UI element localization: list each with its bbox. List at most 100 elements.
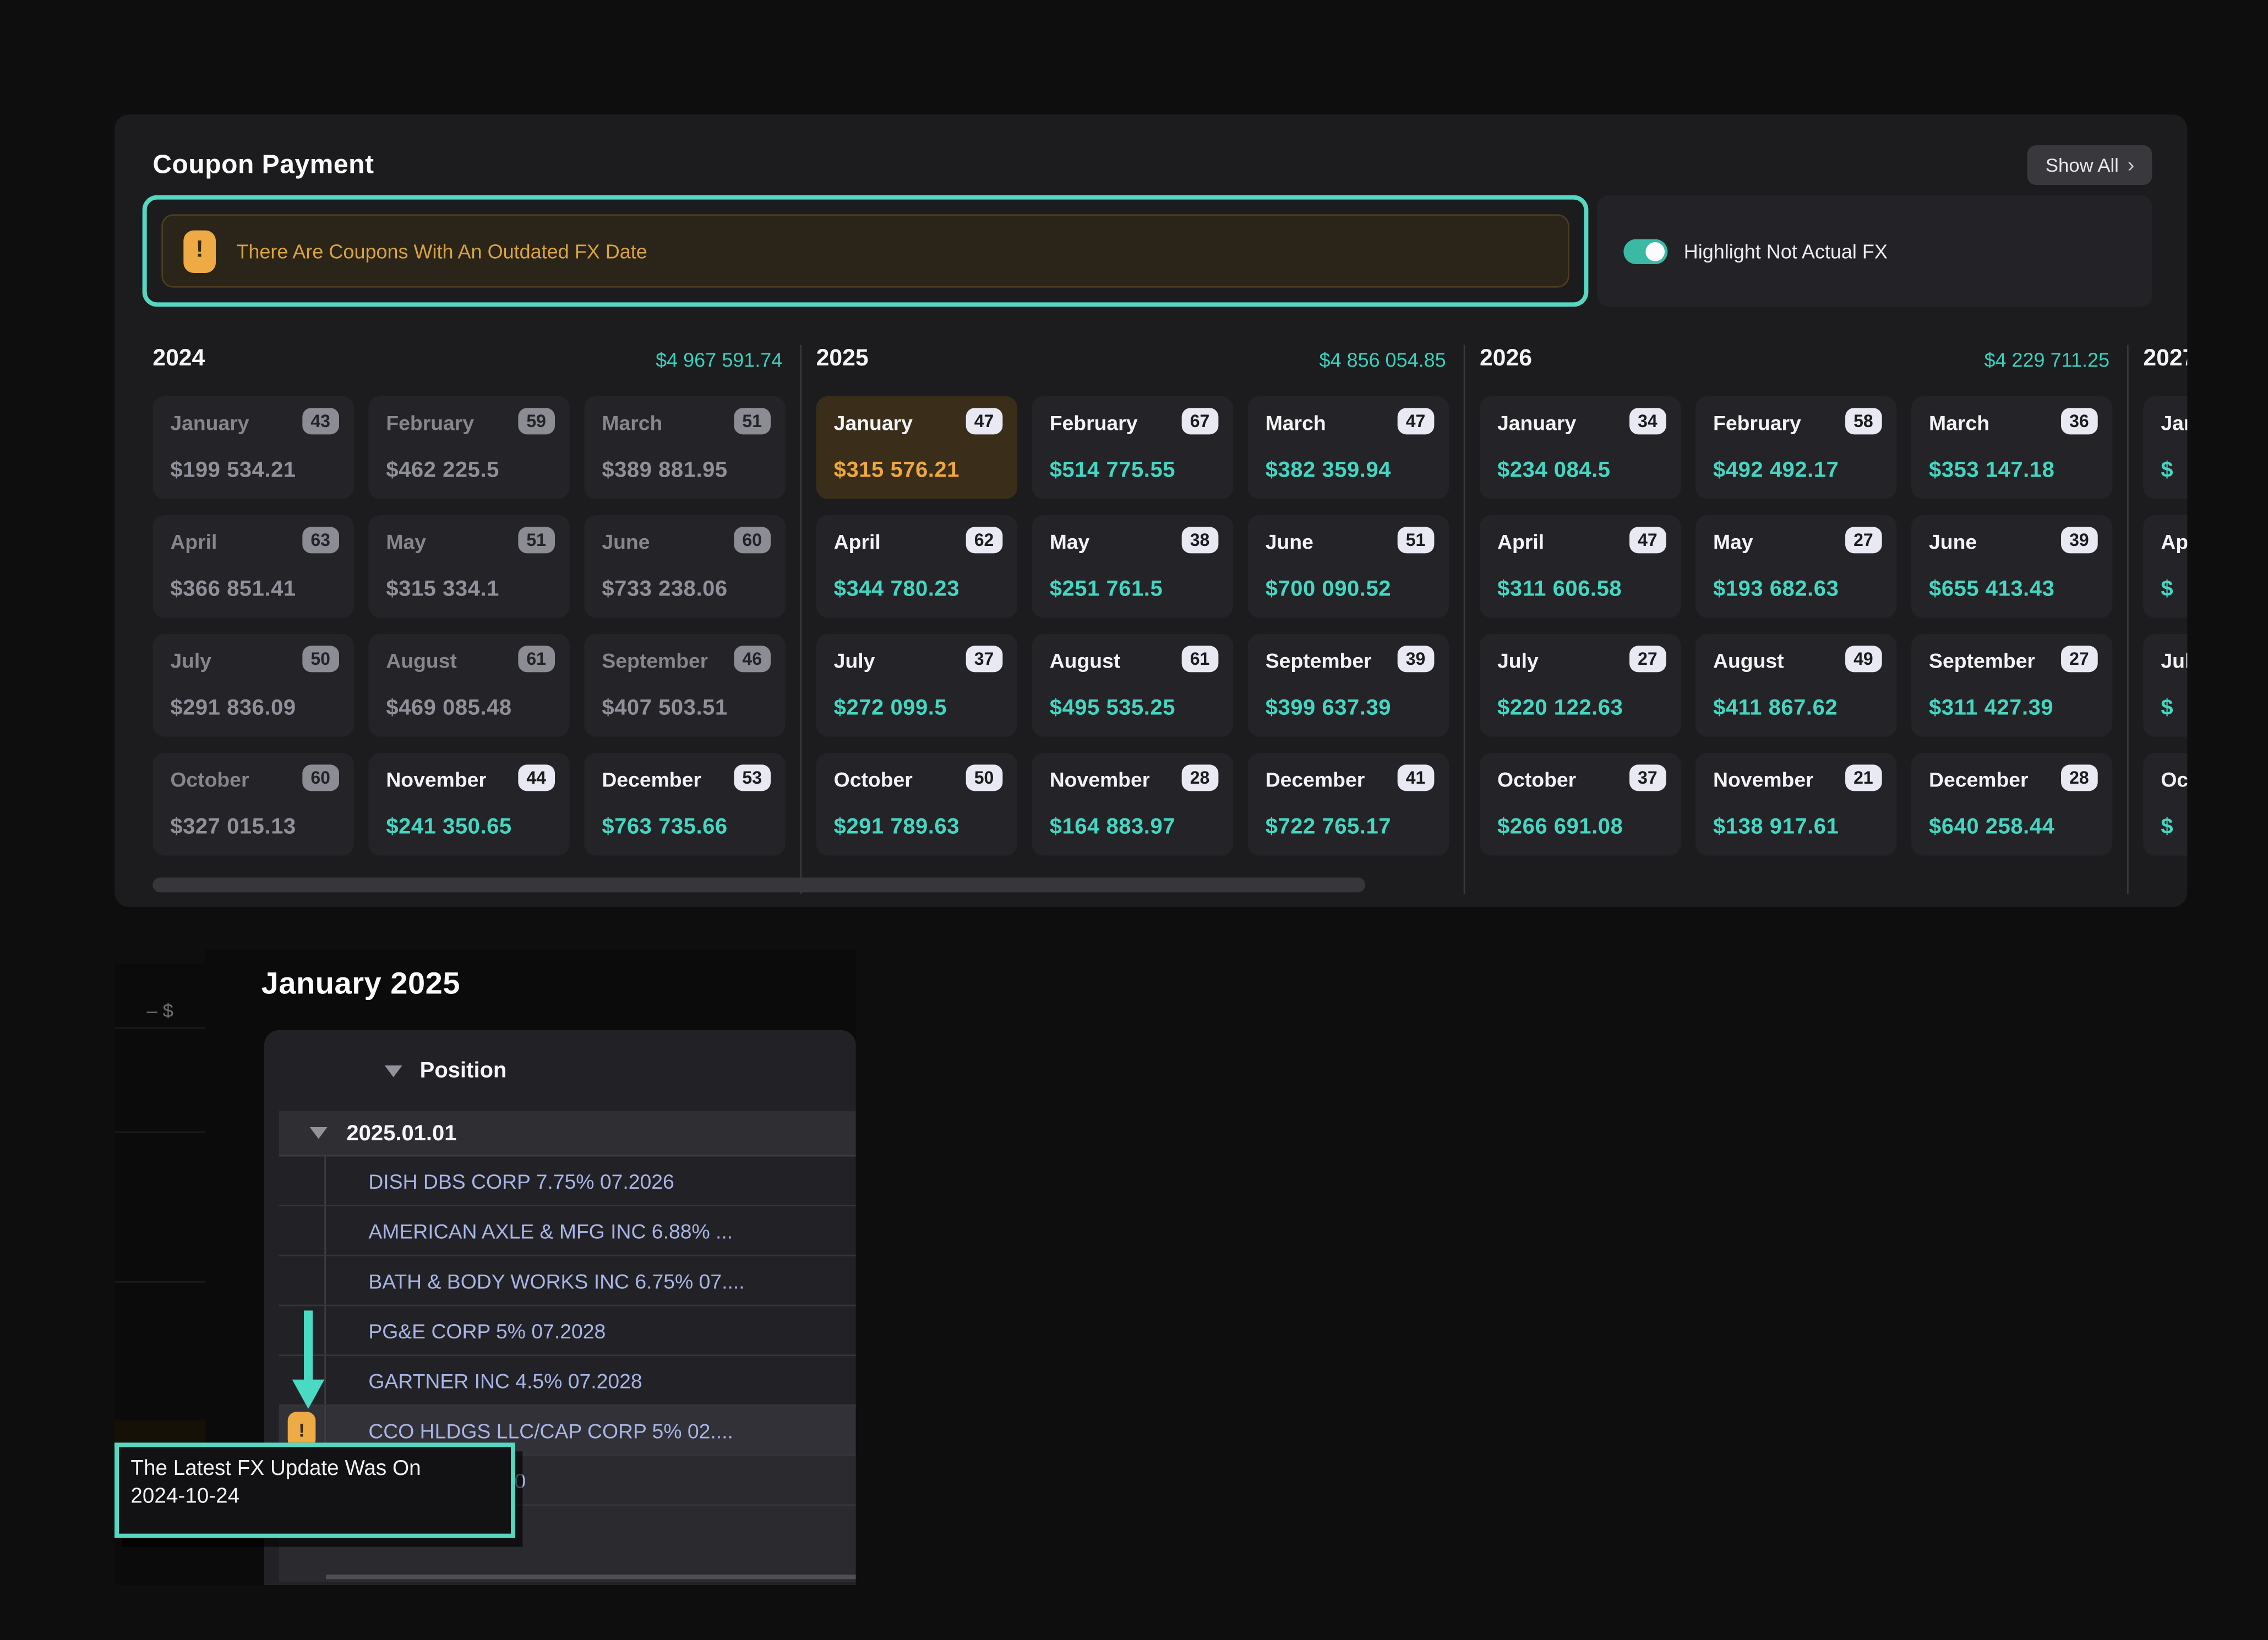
show-all-button[interactable]: Show All ›: [2028, 145, 2152, 184]
month-cell-2024-september[interactable]: September 46 $407 503.51: [584, 634, 785, 737]
month-cell-2025-august[interactable]: August 61 $495 535.25: [1032, 634, 1233, 737]
coupon-count-badge: 60: [733, 527, 771, 553]
month-name: January: [2161, 411, 2187, 435]
month-cell-2024-november[interactable]: November 44 $241 350.65: [368, 753, 569, 856]
years-row: 2024 $4 967 591.74 January 43 $199 534.2…: [115, 339, 2187, 894]
month-cell-2025-july[interactable]: July 37 $272 099.5: [816, 634, 1017, 737]
month-cell-2026-april[interactable]: April 47 $311 606.58: [1480, 515, 1681, 618]
month-amount: $327 015.13: [170, 814, 296, 839]
month-cell-2026-may[interactable]: May 27 $193 682.63: [1695, 515, 1896, 618]
row-gutter: [279, 1156, 326, 1205]
month-name: April: [2161, 530, 2187, 554]
year-total: $4 967 591.74: [656, 348, 782, 370]
month-name: March: [602, 411, 662, 435]
month-cell-2025-january[interactable]: January 47 $315 576.21: [816, 396, 1017, 499]
month-name: May: [1050, 530, 1090, 554]
month-cell-2025-december[interactable]: December 41 $722 765.17: [1248, 753, 1449, 856]
position-row[interactable]: GARTNER INC 4.5% 07.2028: [279, 1356, 856, 1406]
position-row[interactable]: DISH DBS CORP 7.75% 07.2026: [279, 1156, 856, 1206]
caret-down-icon[interactable]: [385, 1065, 402, 1076]
month-cell-2024-february[interactable]: February 59 $462 225.5: [368, 396, 569, 499]
show-all-label: Show All: [2046, 154, 2119, 176]
month-amount: $469 085.48: [386, 696, 511, 720]
month-cell-2025-february[interactable]: February 67 $514 775.55: [1032, 396, 1233, 499]
month-amount: $733 238.06: [602, 577, 727, 602]
month-amount: $315 576.21: [834, 458, 959, 483]
month-cell-2026-february[interactable]: February 58 $492 492.17: [1695, 396, 1896, 499]
month-cell-2025-april[interactable]: April 62 $344 780.23: [816, 515, 1017, 618]
coupon-count-badge: 41: [1397, 764, 1435, 791]
month-cell-2026-june[interactable]: June 39 $655 413.43: [1911, 515, 2112, 618]
month-cell-2025-may[interactable]: May 38 $251 761.5: [1032, 515, 1233, 618]
month-name: October: [1497, 768, 1576, 791]
month-cell-2026-august[interactable]: August 49 $411 867.62: [1695, 634, 1896, 737]
month-amount: $700 090.52: [1266, 577, 1391, 602]
position-table-header: Position: [264, 1030, 856, 1111]
coupon-count-badge: 47: [1397, 408, 1435, 434]
month-cell-2025-march[interactable]: March 47 $382 359.94: [1248, 396, 1449, 499]
month-cell-2024-august[interactable]: August 61 $469 085.48: [368, 634, 569, 737]
warning-icon: !: [183, 229, 216, 272]
month-cell-2026-october[interactable]: October 37 $266 691.08: [1480, 753, 1681, 856]
month-cell-2024-april[interactable]: April 63 $366 851.41: [152, 515, 353, 618]
date-group-row[interactable]: 2025.01.01: [279, 1111, 856, 1155]
month-cell-2027-january[interactable]: January $: [2143, 396, 2187, 499]
month-cell-2024-may[interactable]: May 51 $315 334.1: [368, 515, 569, 618]
month-amount: $: [2161, 814, 2173, 839]
month-cell-2025-october[interactable]: October 50 $291 789.63: [816, 753, 1017, 856]
coupon-count-badge: 51: [517, 527, 555, 553]
divider: [115, 1131, 205, 1133]
month-name: June: [1929, 530, 1977, 554]
month-name: February: [1713, 411, 1801, 435]
year-divider: [1464, 345, 1465, 894]
month-cell-2027-july[interactable]: July $: [2143, 634, 2187, 737]
month-cell-2024-june[interactable]: June 60 $733 238.06: [584, 515, 785, 618]
bond-label: AMERICAN AXLE & MFG INC 6.88% ...: [326, 1219, 733, 1243]
position-row[interactable]: PG&E CORP 5% 07.2028: [279, 1306, 856, 1356]
month-cell-2027-october[interactable]: October $: [2143, 753, 2187, 856]
month-name: August: [1050, 649, 1121, 673]
month-cell-2026-november[interactable]: November 21 $138 917.61: [1695, 753, 1896, 856]
coupon-count-badge: 51: [1397, 527, 1435, 553]
month-cell-2026-january[interactable]: January 34 $234 084.5: [1480, 396, 1681, 499]
coupon-count-badge: 38: [1181, 527, 1219, 553]
highlight-fx-toggle[interactable]: [1623, 238, 1667, 263]
month-cell-2024-january[interactable]: January 43 $199 534.21: [152, 396, 353, 499]
month-amount: $763 735.66: [602, 814, 727, 839]
year-column: 2024 $4 967 591.74 January 43 $199 534.2…: [152, 339, 785, 894]
caret-down-icon[interactable]: [310, 1127, 328, 1139]
position-row[interactable]: AMERICAN AXLE & MFG INC 6.88% ...: [279, 1206, 856, 1256]
coupon-count-badge: 36: [2060, 408, 2098, 434]
month-amount: $399 637.39: [1266, 696, 1391, 720]
month-cell-2026-march[interactable]: March 36 $353 147.18: [1911, 396, 2112, 499]
month-cell-2026-september[interactable]: September 27 $311 427.39: [1911, 634, 2112, 737]
year-label: 2025: [816, 346, 869, 373]
month-cell-2026-july[interactable]: July 27 $220 122.63: [1480, 634, 1681, 737]
month-cell-2024-march[interactable]: March 51 $389 881.95: [584, 396, 785, 499]
year-column: 2026 $4 229 711.25 January 34 $234 084.5…: [1480, 339, 2112, 894]
month-amount: $199 534.21: [170, 458, 296, 483]
month-amount: $492 492.17: [1713, 458, 1839, 483]
month-cell-2026-december[interactable]: December 28 $640 258.44: [1911, 753, 2112, 856]
month-cell-2024-october[interactable]: October 60 $327 015.13: [152, 753, 353, 856]
month-grid: January $ April $ July $ October $: [2143, 396, 2187, 856]
month-amount: $311 606.58: [1497, 577, 1622, 602]
month-cell-2025-september[interactable]: September 39 $399 637.39: [1248, 634, 1449, 737]
coupon-count-badge: 28: [1181, 764, 1219, 791]
month-amount: $382 359.94: [1266, 458, 1391, 483]
month-name: January: [1497, 411, 1576, 435]
coupon-payment-card: Coupon Payment Show All › ! There Are Co…: [115, 114, 2187, 907]
month-cell-2027-april[interactable]: April $: [2143, 515, 2187, 618]
month-cell-2024-december[interactable]: December 53 $763 735.66: [584, 753, 785, 856]
year-label: 2026: [1480, 346, 1532, 373]
month-name: August: [386, 649, 457, 673]
coupon-count-badge: 62: [966, 527, 1003, 553]
horizontal-scrollbar[interactable]: [152, 878, 1365, 893]
position-row[interactable]: BATH & BODY WORKS INC 6.75% 07....: [279, 1256, 856, 1306]
month-cell-2025-june[interactable]: June 51 $700 090.52: [1248, 515, 1449, 618]
month-cell-2025-november[interactable]: November 28 $164 883.97: [1032, 753, 1233, 856]
table-scrollbar[interactable]: [326, 1575, 856, 1579]
coupon-count-badge: 37: [1629, 764, 1666, 791]
bond-label: GARTNER INC 4.5% 07.2028: [326, 1369, 642, 1392]
month-cell-2024-july[interactable]: July 50 $291 836.09: [152, 634, 353, 737]
